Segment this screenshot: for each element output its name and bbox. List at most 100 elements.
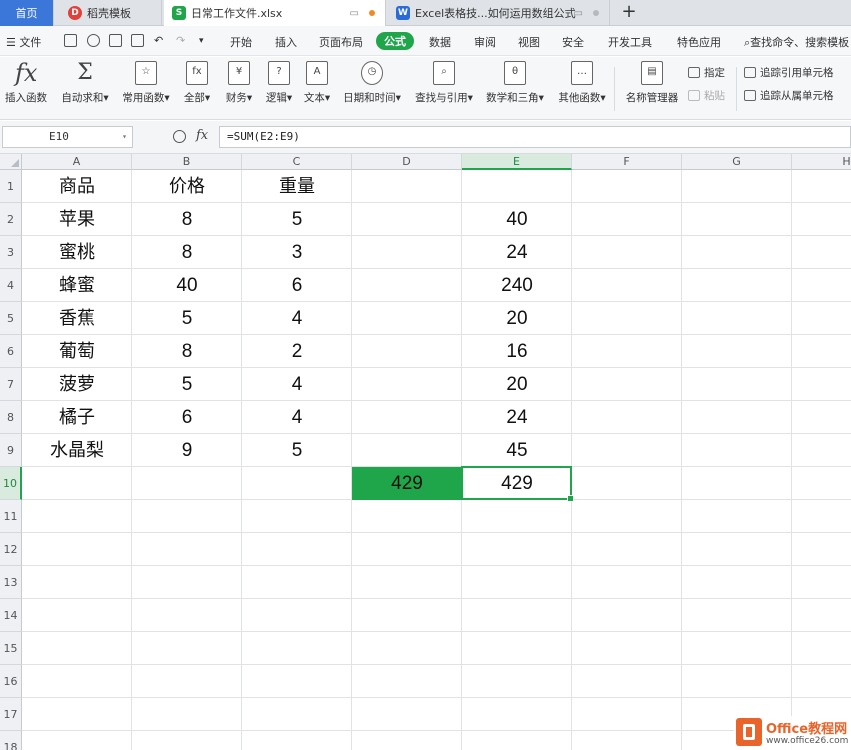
gridline-horizontal [22, 532, 851, 533]
tab-home[interactable]: 首页 [0, 0, 54, 26]
row-header-16[interactable]: 16 [0, 665, 22, 698]
chevron-down-icon[interactable]: ▾ [122, 127, 127, 147]
column-header-a[interactable]: A [22, 154, 132, 170]
name-box[interactable]: E10 ▾ [2, 126, 133, 148]
select-all-corner[interactable] [0, 154, 22, 170]
zoom-icon[interactable] [173, 130, 186, 143]
column-header-d[interactable]: D [352, 154, 462, 170]
docer-icon: D [68, 6, 82, 20]
redo-icon[interactable]: ↷ [176, 34, 185, 47]
column-header-h[interactable]: H [792, 154, 851, 170]
name-manager-button[interactable]: ▤ 名称管理器 [624, 61, 680, 115]
cell-c9: 5 [291, 440, 303, 461]
print-preview-icon[interactable] [131, 34, 144, 47]
row-header-4[interactable]: 4 [0, 269, 22, 302]
math-icon: θ [504, 61, 526, 85]
autosum-button[interactable]: Σ 自动求和▾ [58, 61, 112, 115]
row-header-12[interactable]: 12 [0, 533, 22, 566]
cell-a7: 菠萝 [59, 374, 95, 395]
new-tab-plus-icon[interactable]: + [618, 1, 640, 22]
fx-icon[interactable]: fx [196, 128, 208, 143]
row-header-9[interactable]: 9 [0, 434, 22, 467]
row-header-6[interactable]: 6 [0, 335, 22, 368]
cell-e7: 20 [506, 374, 528, 395]
menu-formulas[interactable]: 公式 [376, 32, 414, 50]
menu-data[interactable]: 数据 [429, 34, 451, 50]
datetime-label: 日期和时间 [343, 92, 396, 104]
datetime-button[interactable]: ◷ 日期和时间▾ [341, 61, 403, 115]
tab-docer[interactable]: D 稻壳模板 [60, 0, 162, 26]
insert-function-button[interactable]: fx 插入函数 [3, 61, 49, 115]
column-header-b[interactable]: B [132, 154, 242, 170]
trace-dependents-button[interactable]: 追踪从属单元格 [744, 88, 834, 103]
financial-button[interactable]: ¥ 财务▾ [222, 61, 256, 115]
menu-security[interactable]: 安全 [562, 34, 584, 50]
row-header-15[interactable]: 15 [0, 632, 22, 665]
text-button[interactable]: A 文本▾ [300, 61, 334, 115]
other-functions-button[interactable]: … 其他函数▾ [556, 61, 608, 115]
spreadsheet-grid[interactable]: ABCDEFGH 1 2 3 4 5 6 7 8 9 10 11 12 13 14 15 16 17 18 商品价… [0, 154, 851, 750]
cell-a8: 橘子 [59, 407, 95, 428]
menu-page-layout[interactable]: 页面布局 [319, 34, 363, 50]
column-header-g[interactable]: G [682, 154, 792, 170]
trace-precedents-button[interactable]: 追踪引用单元格 [744, 65, 834, 80]
all-functions-button[interactable]: fx 全部▾ [180, 61, 214, 115]
name-manager-label: 名称管理器 [625, 92, 679, 104]
menu-start[interactable]: 开始 [230, 34, 252, 50]
column-header-e[interactable]: E [462, 154, 572, 170]
row-header-1[interactable]: 1 [0, 170, 22, 203]
cell-c2: 5 [291, 209, 303, 230]
formula-input[interactable]: =SUM(E2:E9) [219, 126, 851, 148]
math-button[interactable]: θ 数学和三角▾ [484, 61, 546, 115]
gridline-vertical [791, 170, 792, 750]
menu-view[interactable]: 视图 [518, 34, 540, 50]
column-header-f[interactable]: F [572, 154, 682, 170]
sigma-icon: Σ [77, 60, 93, 85]
gridline-horizontal [22, 697, 851, 698]
menu-developer[interactable]: 开发工具 [608, 34, 652, 50]
tab-bar: 首页 D 稻壳模板 S 日常工作文件.xlsx ▭ W Excel表格技...如… [0, 0, 851, 26]
print-icon[interactable] [109, 34, 122, 47]
chevron-down-icon: ▾ [164, 92, 170, 104]
logical-button[interactable]: ? 逻辑▾ [262, 61, 296, 115]
tab-document[interactable]: W Excel表格技...如何运用数组公式 ▭ [388, 0, 610, 26]
row-header-5[interactable]: 5 [0, 302, 22, 335]
tab-workbook[interactable]: S 日常工作文件.xlsx ▭ [164, 0, 386, 26]
cloud-icon[interactable]: ▭ [574, 8, 583, 19]
format-painter-icon[interactable] [87, 34, 100, 47]
name-manager-icon: ▤ [641, 61, 663, 85]
undo-icon[interactable]: ↶ [154, 34, 163, 47]
column-header-c[interactable]: C [242, 154, 352, 170]
row-header-17[interactable]: 17 [0, 698, 22, 731]
lookup-button[interactable]: ⌕ 查找与引用▾ [413, 61, 475, 115]
row-header-7[interactable]: 7 [0, 368, 22, 401]
customize-dropdown-icon[interactable]: ▾ [199, 36, 204, 46]
cell-c4: 6 [291, 275, 303, 296]
cell-a4: 蜂蜜 [59, 275, 95, 296]
header-cell-b1: 价格 [169, 176, 205, 197]
row-header-10[interactable]: 10 [0, 467, 22, 500]
cloud-icon[interactable]: ▭ [350, 8, 359, 19]
row-header-14[interactable]: 14 [0, 599, 22, 632]
pin-button[interactable]: 指定 [688, 65, 725, 80]
cell-e5: 20 [506, 308, 528, 329]
menu-special[interactable]: 特色应用 [677, 34, 721, 50]
file-menu[interactable]: ☰ 文件 [6, 34, 41, 50]
row-header-18[interactable]: 18 [0, 731, 22, 750]
common-functions-button[interactable]: ☆ 常用函数▾ [120, 61, 172, 115]
name-box-value: E10 [49, 130, 69, 143]
save-icon[interactable] [64, 34, 77, 47]
gridline-horizontal [22, 631, 851, 632]
gridline-vertical [681, 170, 682, 750]
menu-review[interactable]: 审阅 [474, 34, 496, 50]
row-header-13[interactable]: 13 [0, 566, 22, 599]
clipboard-icon [688, 90, 700, 101]
row-header-11[interactable]: 11 [0, 500, 22, 533]
menu-insert[interactable]: 插入 [275, 34, 297, 50]
cell-e8: 24 [506, 407, 528, 428]
paste-button[interactable]: 粘贴 [688, 88, 725, 103]
row-header-3[interactable]: 3 [0, 236, 22, 269]
row-header-2[interactable]: 2 [0, 203, 22, 236]
command-search[interactable]: ⌕查找命令、搜索模板 [744, 34, 849, 50]
row-header-8[interactable]: 8 [0, 401, 22, 434]
